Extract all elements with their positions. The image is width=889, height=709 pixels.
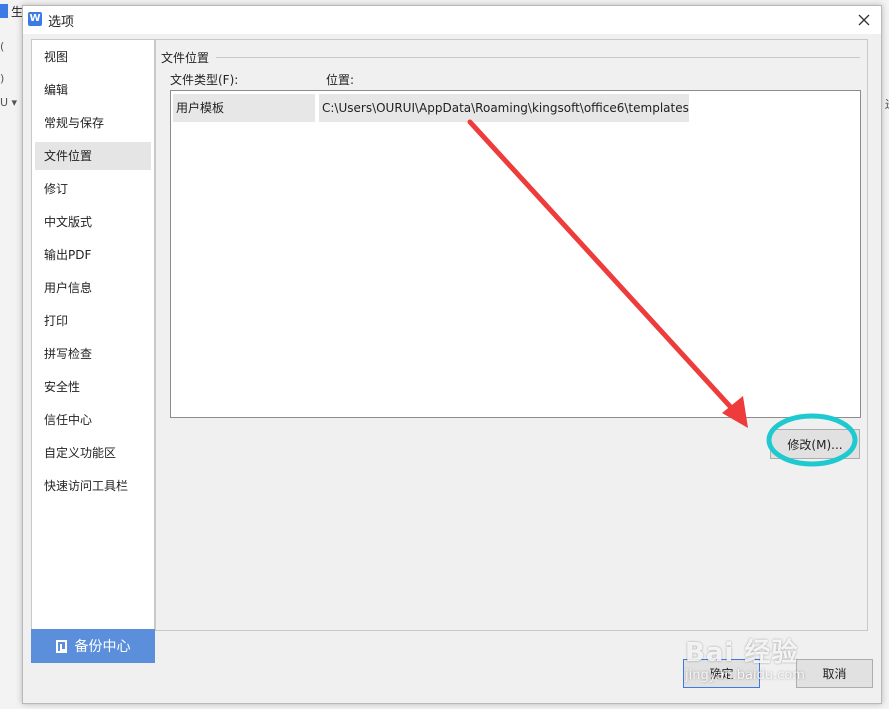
modify-button[interactable]: 修改(M)... (770, 429, 860, 459)
column-header-file-type: 文件类型(F): (170, 73, 239, 87)
sidebar-item[interactable]: 文件位置 (35, 142, 151, 170)
close-icon (858, 14, 870, 26)
sidebar-item[interactable]: 用户信息 (35, 274, 151, 302)
column-header-location: 位置: (326, 73, 355, 87)
sidebar-item[interactable]: 视图 (35, 43, 151, 71)
group-divider (216, 57, 860, 58)
file-path-cell: C:\Users\OURUI\AppData\Roaming\kingsoft\… (319, 94, 689, 122)
wps-app-icon: W (28, 12, 42, 26)
sidebar-item[interactable]: 拼写检查 (35, 340, 151, 368)
close-button[interactable] (847, 6, 881, 34)
sidebar-item[interactable]: 打印 (35, 307, 151, 335)
background-toolbar-item: ) (0, 72, 5, 85)
file-location-list[interactable]: 用户模板 C:\Users\OURUI\AppData\Roaming\king… (170, 90, 861, 418)
background-toolbar-item: ( (0, 40, 5, 53)
dialog-title: 选项 (48, 15, 75, 30)
sidebar-item[interactable]: 编辑 (35, 76, 151, 104)
background-right-char: 迸 (885, 96, 889, 111)
wps-logo-icon (0, 4, 8, 18)
options-sidebar: 视图编辑常规与保存文件位置修订中文版式输出PDF 用户信息打印拼写检查安全性信任中… (31, 39, 155, 631)
sidebar-item[interactable]: 快速访问工具栏 (35, 472, 151, 500)
cancel-button[interactable]: 取消 (796, 659, 873, 688)
backup-center-label: 备份中心 (74, 639, 131, 655)
dialog-titlebar[interactable]: W 选项 (23, 6, 881, 34)
sidebar-item[interactable]: 修订 (35, 175, 151, 203)
file-type-cell: 用户模板 (173, 94, 315, 122)
sidebar-item[interactable]: 安全性 (35, 373, 151, 401)
sidebar-item[interactable]: 自定义功能区 (35, 439, 151, 467)
ok-button[interactable]: 确定 (683, 659, 760, 688)
group-title: 文件位置 (161, 49, 214, 66)
sidebar-item[interactable]: 输出PDF (35, 241, 151, 269)
sidebar-item[interactable]: 中文版式 (35, 208, 151, 236)
backup-center-button[interactable]: 备份中心 (31, 629, 155, 663)
options-dialog: W 选项 视图 编辑 常规与保存 文件位置 修订 中文版式 输出PDF 用户信息 打印 拼写检查安… (22, 5, 882, 704)
background-underline-button: U ▾ (0, 96, 18, 109)
sidebar-item[interactable]: 信任中心 (35, 406, 151, 434)
sidebar-item[interactable]: 常规与保存 (35, 109, 151, 137)
file-location-panel: 文件位置 文件类型(F): 位置: 用户模板 C:\Users\OURUI\Ap… (155, 39, 868, 631)
backup-icon (55, 639, 67, 653)
